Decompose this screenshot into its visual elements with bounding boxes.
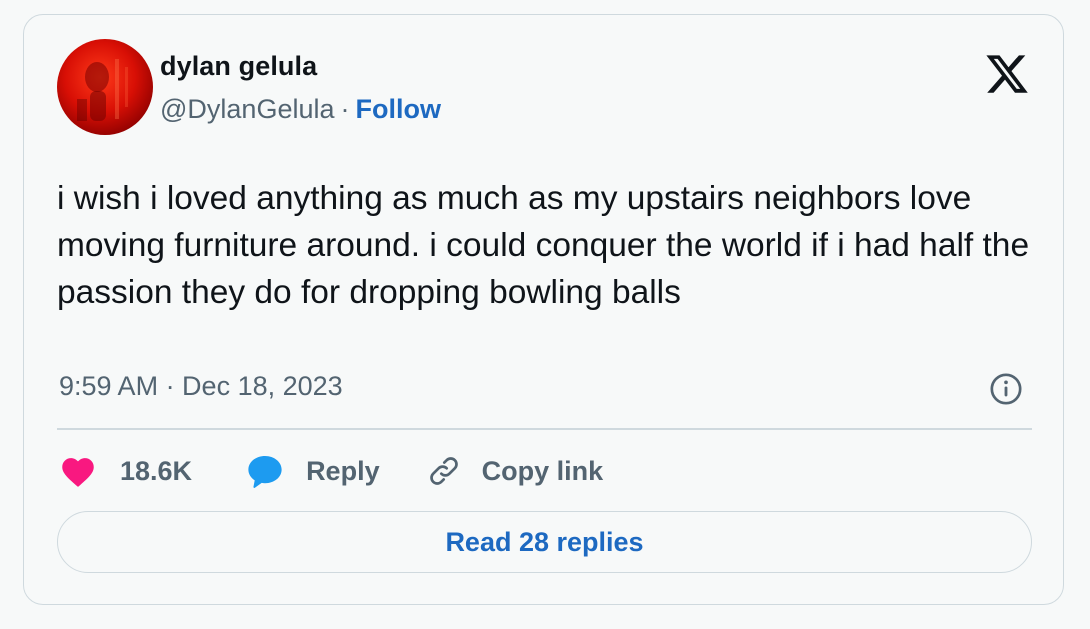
avatar-photo-icon	[77, 59, 128, 121]
heart-icon	[62, 458, 94, 487]
link-icon	[429, 457, 458, 485]
author-name[interactable]: dylan gelula	[160, 51, 317, 82]
tweet-text: i wish i loved anything as much as my up…	[57, 180, 1030, 311]
x-logo-icon[interactable]	[984, 51, 1030, 97]
divider	[57, 428, 1032, 430]
tweet-timestamp[interactable]: 9:59 AM · Dec 18, 2023	[59, 371, 343, 402]
info-icon[interactable]	[989, 372, 1023, 406]
speech-bubble-icon	[248, 455, 282, 488]
tweet-card: dylan gelula @DylanGelula · Follow i wish …	[23, 14, 1064, 605]
like-button[interactable]: 18.6K	[60, 454, 192, 488]
author-avatar[interactable]	[57, 39, 153, 135]
separator-dot: ·	[340, 94, 350, 124]
reply-button[interactable]: Reply	[246, 452, 380, 490]
read-replies-button[interactable]: Read 28 replies	[57, 511, 1032, 573]
reply-label: Reply	[306, 455, 380, 486]
copy-link-button[interactable]: Copy link	[426, 453, 604, 489]
read-replies-label: Read 28 replies	[445, 526, 644, 557]
copy-link-label: Copy link	[481, 455, 604, 486]
author-handle-row: @DylanGelula · Follow	[160, 94, 441, 125]
author-handle[interactable]: @DylanGelula	[160, 94, 335, 124]
action-bar: 18.6K Reply Copy link	[60, 449, 603, 493]
follow-button[interactable]: Follow	[356, 94, 441, 124]
like-count: 18.6K	[120, 455, 193, 486]
